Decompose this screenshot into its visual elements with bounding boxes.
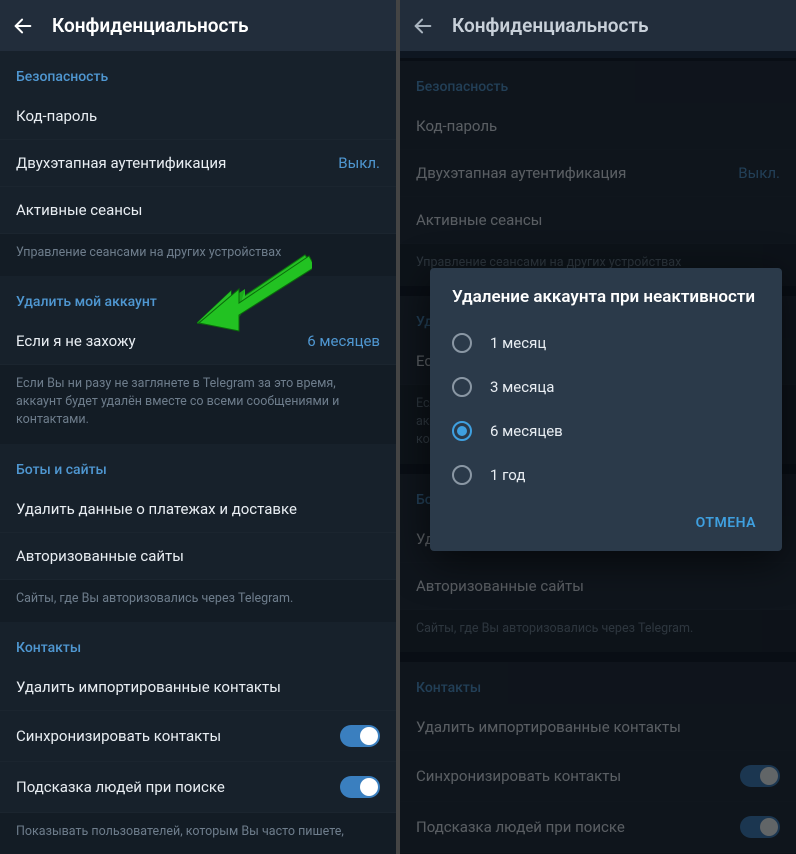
- row-label: Удалить данные о платежах и доставке: [16, 500, 297, 518]
- row-label: Удалить импортированные контакты: [416, 718, 681, 736]
- row-sync-contacts[interactable]: Синхронизировать контакты: [0, 711, 396, 762]
- radio-label: 6 месяцев: [490, 422, 563, 440]
- row-label: Авторизованные сайты: [16, 547, 184, 565]
- settings-pane-right: Конфиденциальность Безопасность Код-паро…: [400, 0, 796, 854]
- row-suggest-people[interactable]: Подсказка людей при поиске: [0, 762, 396, 813]
- radio-option-1-year[interactable]: 1 год: [430, 453, 782, 497]
- row-clear-payments[interactable]: Удалить данные о платежах и доставке: [0, 486, 396, 533]
- row-label: Активные сеансы: [16, 201, 142, 219]
- row-label: Авторизованные сайты: [416, 577, 584, 595]
- row-label: Подсказка людей при поиске: [416, 818, 625, 836]
- radio-label: 3 месяца: [490, 378, 554, 396]
- radio-unchecked-icon: [452, 377, 472, 397]
- radio-label: 1 месяц: [490, 334, 546, 352]
- delete-hint: Если Вы ни разу не заглянете в Telegram …: [0, 365, 396, 443]
- dialog-title: Удаление аккаунта при неактивности: [430, 286, 782, 321]
- section-delete-header: Удалить мой аккаунт: [0, 276, 396, 318]
- page-title: Конфиденциальность: [52, 14, 249, 37]
- row-active-sessions: Активные сеансы: [400, 197, 796, 244]
- toggle-on-icon[interactable]: [340, 776, 380, 798]
- radio-checked-icon: [452, 421, 472, 441]
- radio-option-3-months[interactable]: 3 месяца: [430, 365, 782, 409]
- row-label: Двухэтапная аутентификация: [416, 164, 626, 182]
- row-label: Код-пароль: [416, 117, 497, 135]
- row-value: Выкл.: [338, 154, 380, 172]
- cancel-button[interactable]: ОТМЕНА: [688, 509, 764, 537]
- row-passcode: Код-пароль: [400, 103, 796, 150]
- row-delete-imported: Удалить импортированные контакты: [400, 704, 796, 751]
- back-arrow-icon[interactable]: [12, 15, 34, 37]
- row-active-sessions[interactable]: Активные сеансы: [0, 187, 396, 234]
- contacts-hint: Показывать пользователей, которым Вы час…: [0, 813, 396, 854]
- row-sync-contacts: Синхронизировать контакты: [400, 751, 796, 802]
- row-two-step: Двухэтапная аутентификация Выкл.: [400, 150, 796, 197]
- row-authorized-sites[interactable]: Авторизованные сайты: [0, 533, 396, 580]
- page-title: Конфиденциальность: [452, 14, 649, 37]
- bots-hint: Сайты, где Вы авторизовались через Teleg…: [400, 610, 796, 652]
- security-hint: Управление сеансами на других устройства…: [0, 234, 396, 276]
- toggle-on-icon[interactable]: [340, 725, 380, 747]
- header: Конфиденциальность: [0, 0, 396, 51]
- row-label: Если я не захожу: [16, 332, 136, 350]
- toggle-on-icon: [740, 765, 780, 787]
- row-label: Синхронизировать контакты: [16, 727, 221, 745]
- section-security-header: Безопасность: [400, 61, 796, 103]
- radio-unchecked-icon: [452, 333, 472, 353]
- radio-label: 1 год: [490, 466, 525, 484]
- row-passcode[interactable]: Код-пароль: [0, 93, 396, 140]
- row-value: 6 месяцев: [307, 332, 380, 350]
- row-label: Двухэтапная аутентификация: [16, 154, 226, 172]
- bots-hint: Сайты, где Вы авторизовались через Teleg…: [0, 580, 396, 622]
- header: Конфиденциальность: [400, 0, 796, 51]
- dialog-actions: ОТМЕНА: [430, 497, 782, 543]
- row-label: Код-пароль: [16, 107, 97, 125]
- radio-option-6-months[interactable]: 6 месяцев: [430, 409, 782, 453]
- back-arrow-icon[interactable]: [412, 15, 434, 37]
- row-value: Выкл.: [738, 164, 780, 182]
- settings-pane-left: Конфиденциальность Безопасность Код-паро…: [0, 0, 396, 854]
- row-label: Удалить импортированные контакты: [16, 678, 281, 696]
- row-two-step[interactable]: Двухэтапная аутентификация Выкл.: [0, 140, 396, 187]
- radio-option-1-month[interactable]: 1 месяц: [430, 321, 782, 365]
- row-label: Синхронизировать контакты: [416, 767, 621, 785]
- row-if-away[interactable]: Если я не захожу 6 месяцев: [0, 318, 396, 365]
- section-bots-header: Боты и сайты: [0, 444, 396, 486]
- row-authorized-sites: Авторизованные сайты: [400, 563, 796, 610]
- section-security-header: Безопасность: [0, 51, 396, 93]
- row-suggest-people: Подсказка людей при поиске: [400, 802, 796, 853]
- row-label: Подсказка людей при поиске: [16, 778, 225, 796]
- section-contacts-header: Контакты: [400, 662, 796, 704]
- delete-inactivity-dialog: Удаление аккаунта при неактивности 1 мес…: [430, 268, 782, 551]
- toggle-on-icon: [740, 816, 780, 838]
- radio-unchecked-icon: [452, 465, 472, 485]
- row-label: Активные сеансы: [416, 211, 542, 229]
- section-contacts-header: Контакты: [0, 622, 396, 664]
- row-delete-imported[interactable]: Удалить импортированные контакты: [0, 664, 396, 711]
